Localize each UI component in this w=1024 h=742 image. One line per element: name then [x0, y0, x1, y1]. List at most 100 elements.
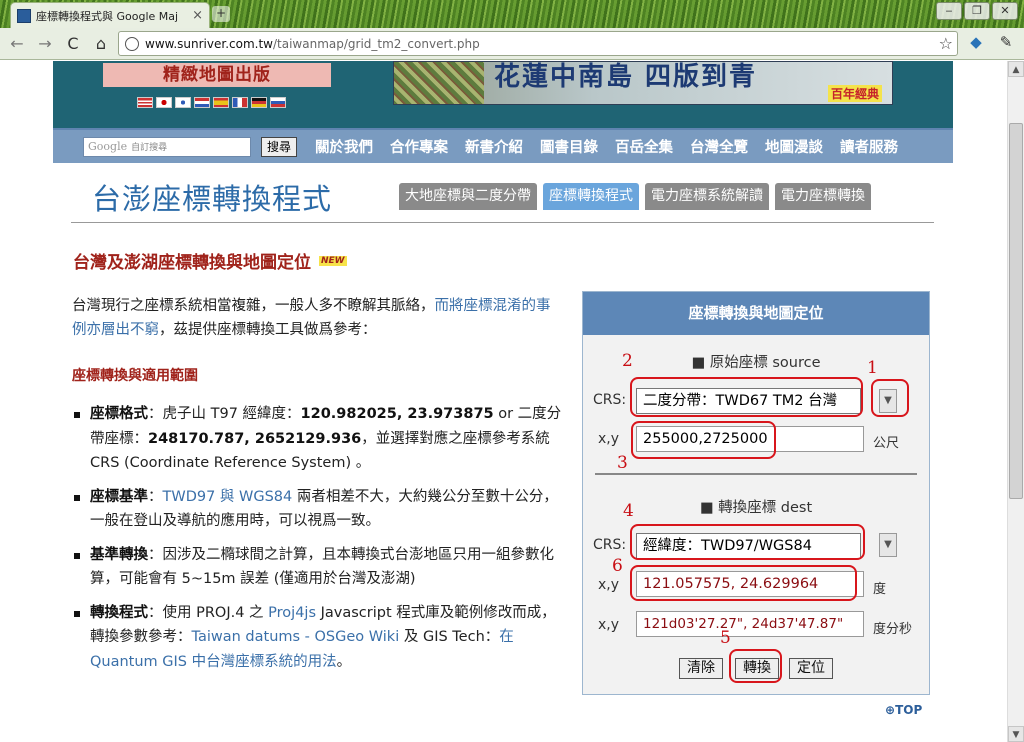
menu-item-service[interactable]: 讀者服務 [840, 136, 898, 157]
search-placeholder: 自訂搜尋 [131, 143, 168, 153]
annotation-box-dest-xy [630, 565, 857, 601]
dest-unit-deg: 度 [873, 582, 887, 597]
globe-icon [125, 36, 139, 51]
locate-button[interactable]: 定位 [789, 658, 833, 679]
site-header: 精緻地圖出版 花蓮中南島 四版到青 百年經典 [53, 61, 953, 128]
new-badge: NEW [319, 255, 347, 266]
menu-item-taiwan[interactable]: 台灣全覽 [690, 136, 748, 157]
osgeo-wiki-link[interactable]: Taiwan datums - OSGeo Wiki [192, 629, 400, 645]
clear-button[interactable]: 清除 [679, 658, 723, 679]
annotation-box-dest-crs [630, 524, 865, 560]
menu-item-catalog[interactable]: 圖書目錄 [540, 136, 598, 157]
scroll-down-arrow-icon[interactable]: ▼ [1008, 726, 1024, 742]
tab-close-icon[interactable]: × [192, 8, 203, 23]
list-item-datum: 座標基準：TWD97 與 WGS84 兩者相差不大，大約幾公分至數十公分，一般在… [72, 485, 562, 534]
home-button[interactable]: ⌂ [90, 33, 112, 55]
ad-badge: 百年經典 [827, 85, 882, 102]
close-window-button[interactable]: ✕ [992, 2, 1018, 20]
tab-converter[interactable]: 座標轉換程式 [543, 183, 639, 210]
flag-es-icon[interactable] [213, 97, 229, 108]
dest-crs-dropdown-arrow-icon[interactable]: ▼ [879, 533, 897, 557]
google-logo: Google [88, 140, 128, 153]
transform-text: ：因涉及二橢球間之計算，且本轉換式台澎地區只用一組參數化算，可能會有 5~15m… [90, 546, 554, 588]
transform-label: 基準轉換 [90, 546, 148, 563]
menu-item-about[interactable]: 關於我們 [315, 136, 373, 157]
dest-title: ■ 轉換座標 dest [699, 500, 813, 516]
url-path: /taiwanmap/grid_tm2_convert.php [272, 36, 480, 51]
book-ad-banner[interactable]: 花蓮中南島 四版到青 百年經典 [393, 61, 893, 105]
maximize-button[interactable]: ❐ [964, 2, 990, 20]
site-favicon-icon [17, 8, 31, 23]
dest-xy-deg-label: x,y [598, 577, 620, 593]
tab-title: 座標轉換程式與 Google Maj [36, 9, 179, 23]
tab-power-coords[interactable]: 電力座標系統解讀 [645, 183, 769, 210]
address-bar[interactable]: www.sunriver.com.tw /taiwanmap/grid_tm2_… [118, 31, 958, 56]
search-button[interactable]: 搜尋 [261, 136, 298, 157]
menu-item-map-talk[interactable]: 地圖漫談 [765, 136, 823, 157]
datum-label: 座標基準 [90, 488, 148, 505]
extension-icon[interactable]: ◆ [966, 33, 986, 53]
program-label: 轉換程式 [90, 604, 148, 621]
menu-item-mountains[interactable]: 百岳全集 [615, 136, 673, 157]
menu-item-projects[interactable]: 合作專案 [390, 136, 448, 157]
dest-xy-dms-output[interactable]: 121d03'27.27", 24d37'47.87" [636, 611, 864, 637]
program-text: ：使用 PROJ.4 之 [148, 604, 269, 621]
language-flags [137, 97, 286, 108]
intro-text-2: ，茲提供座標轉換工具做爲參考： [159, 322, 377, 338]
source-xy-label: x,y [598, 431, 620, 447]
flag-us-icon[interactable] [137, 97, 153, 108]
section-heading: 台灣及澎湖座標轉換與地圖定位 NEW [73, 248, 347, 273]
converter-panel: 座標轉換與地圖定位 ■ 原始座標 source CRS: 二度分帶：TWD67 … [582, 291, 930, 695]
proj4js-link[interactable]: Proj4js [268, 605, 316, 621]
publisher-banner[interactable]: 精緻地圖出版 [103, 63, 331, 87]
flag-jp-icon[interactable] [156, 97, 172, 108]
title-divider [71, 222, 934, 223]
scroll-up-arrow-icon[interactable]: ▲ [1008, 61, 1024, 77]
flag-fr-icon[interactable] [232, 97, 248, 108]
dest-xy-dms-label: x,y [598, 617, 620, 633]
format-value-latlon: 120.982025, 23.973875 [300, 406, 494, 422]
annotation-box-source-xy [631, 421, 776, 459]
format-label: 座標格式 [90, 406, 148, 422]
page-scrollbar[interactable]: ▲ ▼ [1007, 61, 1024, 742]
scrollbar-thumb[interactable] [1009, 123, 1023, 499]
new-tab-button[interactable]: + [212, 6, 230, 22]
back-to-top-link[interactable]: ⊕TOP [885, 703, 922, 717]
wrench-menu-icon[interactable]: ✎ [996, 33, 1016, 53]
minimize-button[interactable]: ‒ [936, 2, 962, 20]
datum-text: ： [148, 488, 163, 505]
flag-de-icon[interactable] [251, 97, 267, 108]
browser-toolbar: ← → C ⌂ www.sunriver.com.tw /taiwanmap/g… [0, 28, 1024, 60]
bookmark-star-icon[interactable]: ☆ [939, 34, 953, 53]
intro-paragraph: 台灣現行之座標系統相當複雜，一般人多不瞭解其脈絡，而將座標混淆的事例亦層出不窮，… [72, 294, 558, 342]
main-menu-bar: Google 自訂搜尋 搜尋 關於我們 合作專案 新書介紹 圖書目錄 百岳全集 … [53, 128, 953, 163]
top-link-text: TOP [895, 703, 923, 717]
list-item-transform: 基準轉換：因涉及二橢球間之計算，且本轉換式台澎地區只用一組參數化算，可能會有 5… [72, 543, 562, 592]
forward-button[interactable]: → [34, 33, 56, 55]
info-list: 座標格式：虎子山 T97 經緯度：120.982025, 23.973875 o… [72, 402, 562, 683]
intro-text: 台灣現行之座標系統相當複雜，一般人多不瞭解其脈絡， [72, 298, 435, 314]
tab-power-convert[interactable]: 電力座標轉換 [775, 183, 871, 210]
annotation-box-source-crs [630, 377, 863, 417]
list-item-format: 座標格式：虎子山 T97 經緯度：120.982025, 23.973875 o… [72, 402, 562, 476]
flag-ru-icon[interactable] [270, 97, 286, 108]
flag-nl-icon[interactable] [194, 97, 210, 108]
browser-tab[interactable]: 座標轉換程式與 Google Maj × [10, 2, 210, 28]
format-value-tm2: 248170.787, 2652129.936 [148, 430, 362, 447]
ad-map-image [394, 62, 484, 104]
format-text: ：虎子山 T97 經緯度： [148, 406, 301, 422]
section-heading-text: 台灣及澎湖座標轉換與地圖定位 [73, 253, 311, 273]
datum-link[interactable]: TWD97 與 WGS84 [163, 489, 293, 505]
annotation-number-6: 6 [612, 556, 623, 576]
panel-divider [595, 473, 917, 475]
reload-button[interactable]: C [62, 33, 84, 55]
menu-item-new-books[interactable]: 新書介紹 [465, 136, 523, 157]
flag-kr-icon[interactable] [175, 97, 191, 108]
sub-heading: 座標轉換與適用範圍 [72, 368, 198, 384]
menu-items: 關於我們 合作專案 新書介紹 圖書目錄 百岳全集 台灣全覽 地圖漫談 讀者服務 [315, 136, 898, 157]
site-search-input[interactable]: Google 自訂搜尋 [83, 136, 251, 157]
back-button[interactable]: ← [6, 33, 28, 55]
annotation-number-1: 1 [867, 358, 878, 378]
program-text-3: 及 GIS Tech： [399, 629, 500, 645]
tab-datum-grid[interactable]: 大地座標與二度分帶 [399, 183, 537, 210]
